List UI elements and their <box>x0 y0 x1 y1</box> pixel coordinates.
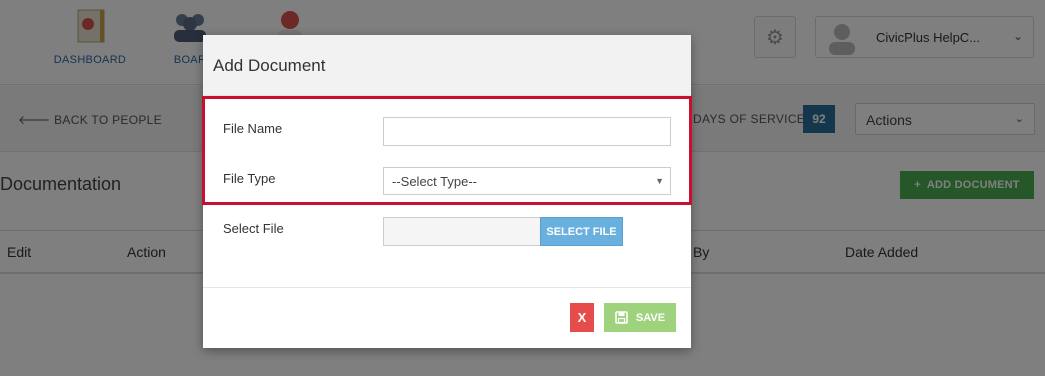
floppy-disk-icon <box>615 311 628 324</box>
save-button[interactable]: SAVE <box>604 303 676 332</box>
dialog-title: Add Document <box>213 56 326 75</box>
select-file-button[interactable]: SELECT FILE <box>540 217 623 246</box>
save-label: SAVE <box>635 311 666 324</box>
dialog-header: Add Document <box>203 35 691 96</box>
select-file-label: Select File <box>223 221 284 236</box>
dialog-divider <box>203 287 691 288</box>
highlight-box <box>202 96 692 205</box>
close-button[interactable]: X <box>570 303 594 332</box>
selected-file-display[interactable] <box>383 217 541 246</box>
